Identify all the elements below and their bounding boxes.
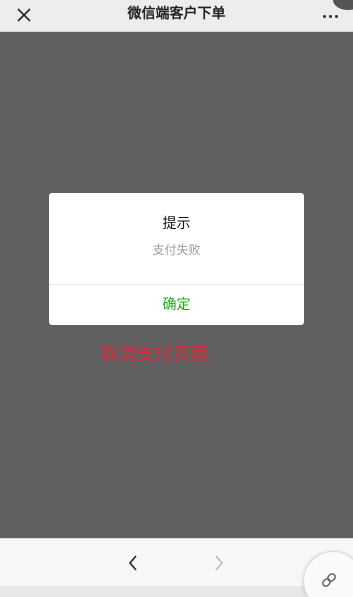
more-icon-dot <box>328 14 332 18</box>
link-icon <box>322 573 336 587</box>
back-button[interactable] <box>121 551 145 575</box>
more-icon-dot <box>334 14 338 18</box>
annotation-label: 取消支付页面 <box>101 344 209 365</box>
chevron-left-icon <box>128 555 137 571</box>
forward-button[interactable] <box>207 551 231 575</box>
dialog-message: 支付失败 <box>152 243 201 257</box>
chevron-right-icon <box>215 555 224 571</box>
alert-dialog: 提示 支付失败 确定 <box>49 193 304 325</box>
dialog-title: 提示 <box>162 216 191 232</box>
page-title: 微信端客户下单 <box>127 6 226 22</box>
bottom-navigation-bar <box>0 538 353 586</box>
more-icon <box>322 14 326 18</box>
confirm-button[interactable]: 确定 <box>49 285 304 325</box>
bottom-strip <box>0 586 353 597</box>
top-navigation-bar: 微信端客户下单 <box>0 0 353 32</box>
